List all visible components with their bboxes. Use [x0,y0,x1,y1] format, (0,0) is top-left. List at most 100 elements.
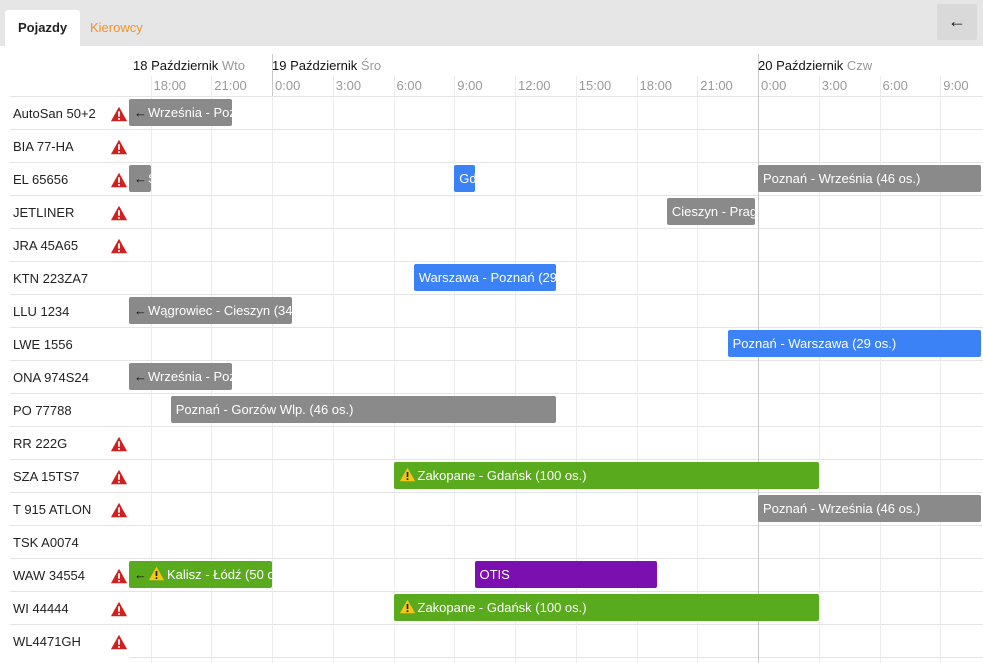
trip-event[interactable]: ← Kalisz - Łódź (50 os.) [129,561,272,588]
warning-triangle-icon [110,139,128,155]
row-divider [129,360,983,361]
vehicle-row[interactable]: T 915 ATLON [10,492,129,525]
trip-event[interactable]: Zakopane - Gdańsk (100 os.) [393,462,819,489]
vehicle-row[interactable]: EL 65656 [10,162,129,195]
trip-label: Poznań - Gorzów Wlp. (46 os.) [175,402,354,417]
vehicle-row[interactable]: JRA 45A65 [10,228,129,261]
vehicle-name: SZA 15TS7 [13,469,80,484]
vehicle-name: PO 77788 [13,403,72,418]
warning-icon[interactable] [110,501,128,518]
vehicle-name: ONA 974S24 [13,370,89,385]
hour-gridline [272,96,273,663]
vehicle-name: RR 222G [13,436,68,451]
row-divider [129,162,983,163]
trip-event[interactable]: Poznań - Gorzów Wlp. (46 os.) [170,396,556,423]
vehicle-row[interactable]: KTN 223ZA7 [10,261,129,294]
warning-triangle-icon [399,467,415,482]
day-date: 20 Październik [758,58,844,73]
hour-label: 0:00 [761,78,787,93]
trip-label: Kalisz - Łódź (50 os.) [167,567,272,582]
vehicle-name: WI 44444 [13,601,69,616]
row-divider [129,558,983,559]
vehicle-row[interactable]: AutoSan 50+2 [10,96,129,129]
trip-event[interactable]: Warszawa - Poznań (29 os.) [413,264,556,291]
continues-before-arrow-icon: ← [134,567,147,582]
timeline-grid: 18 Październik Wto 19 Październik Śro 20 P… [129,46,983,663]
vehicle-name: JRA 45A65 [13,238,79,253]
day-label: 20 Październik Czw [758,58,872,73]
vehicle-row[interactable]: LWE 1556 [10,327,129,360]
trip-event[interactable]: Poznań - Warszawa (29 os.) [727,330,981,357]
vehicle-row[interactable]: WI 44444 [10,591,129,624]
warning-icon[interactable] [110,138,128,155]
hour-label: 3:00 [821,78,848,93]
day-label: 19 Październik Śro [272,58,381,73]
warning-triangle-icon [110,634,128,650]
warning-icon[interactable] [110,171,128,188]
trip-event[interactable]: ←Września - Poznań [129,363,232,390]
warning-icon[interactable] [110,600,128,617]
vehicle-row[interactable]: RR 222G [10,426,129,459]
warning-triangle-icon [110,205,128,221]
warning-triangle-icon [110,568,128,584]
continues-before-arrow-icon: ← [134,105,147,120]
trip-label: Poznań - Września (46 os.) [763,171,921,186]
trip-event[interactable]: Cieszyn - Praga [666,198,755,225]
day-of-week: Czw [846,58,873,73]
hour-label: 21:00 [214,78,247,93]
vehicle-row[interactable]: WAW 34554 [10,558,129,591]
warning-icon[interactable] [110,105,128,122]
trip-event[interactable]: ←Wągrowiec - Cieszyn (34 os.) [129,297,293,324]
trip-event[interactable]: Poznań - Września (46 os.) [758,495,981,522]
warning-icon[interactable] [110,468,128,485]
day-of-week: Śro [360,58,382,73]
hour-label: 9:00 [457,78,483,93]
row-divider [129,525,983,526]
vehicle-row[interactable]: JETLINER [10,195,129,228]
trip-event[interactable]: OTIS [474,561,657,588]
vehicle-row[interactable]: ONA 974S24 [10,360,129,393]
row-divider [129,261,983,262]
warning-icon[interactable] [110,567,128,584]
vehicle-name: TSK A0074 [13,535,79,550]
trip-event[interactable]: Gdańsk [454,165,475,192]
tab-drivers[interactable]: Kierowcy [77,10,156,46]
hour-label: 21:00 [700,78,733,93]
vehicle-row[interactable]: PO 77788 [10,393,129,426]
warning-icon[interactable] [110,204,128,221]
warning-triangle-icon [110,106,128,122]
trip-event[interactable]: Zakopane - Gdańsk (100 os.) [393,594,819,621]
warning-icon [399,597,416,621]
trip-label: Cieszyn - Praga [671,204,755,219]
trip-label: OTIS [479,567,510,582]
back-button[interactable]: ← [937,4,977,40]
warning-triangle-icon [110,469,128,485]
vehicle-row[interactable]: LLU 1234 [10,294,129,327]
trip-label: Września - Poznań [148,369,232,384]
day-date: 18 Październik [133,58,219,73]
top-bar: Pojazdy Kierowcy ← [0,0,983,46]
warning-icon[interactable] [110,633,128,650]
row-divider [129,591,983,592]
day-label: 18 Październik Wto [133,58,245,73]
row-divider [129,294,983,295]
warning-icon[interactable] [110,435,128,452]
vehicle-name: AutoSan 50+2 [13,106,96,121]
trip-event[interactable]: Poznań - Września (46 os.) [758,165,981,192]
vehicle-row[interactable]: TSK A0074 [10,525,129,558]
row-divider [129,393,983,394]
vehicle-row[interactable]: WL4471GH [10,624,129,657]
trip-label: Wągrowiec - Cieszyn (34 os.) [148,303,293,318]
trip-event[interactable]: ←Września - Poznań [129,99,232,126]
warning-triangle-icon [110,238,128,254]
row-divider [129,96,983,97]
vehicle-name: T 915 ATLON [13,502,92,517]
vehicle-row[interactable]: SZA 15TS7 [10,459,129,492]
trip-event[interactable]: ←Szczecin [129,165,151,192]
trip-label: Szczecin [148,171,151,186]
vehicle-name: KTN 223ZA7 [13,271,89,286]
hour-label: 0:00 [275,78,301,93]
warning-icon[interactable] [110,237,128,254]
tab-vehicles[interactable]: Pojazdy [5,10,81,46]
vehicle-row[interactable]: BIA 77-HA [10,129,129,162]
